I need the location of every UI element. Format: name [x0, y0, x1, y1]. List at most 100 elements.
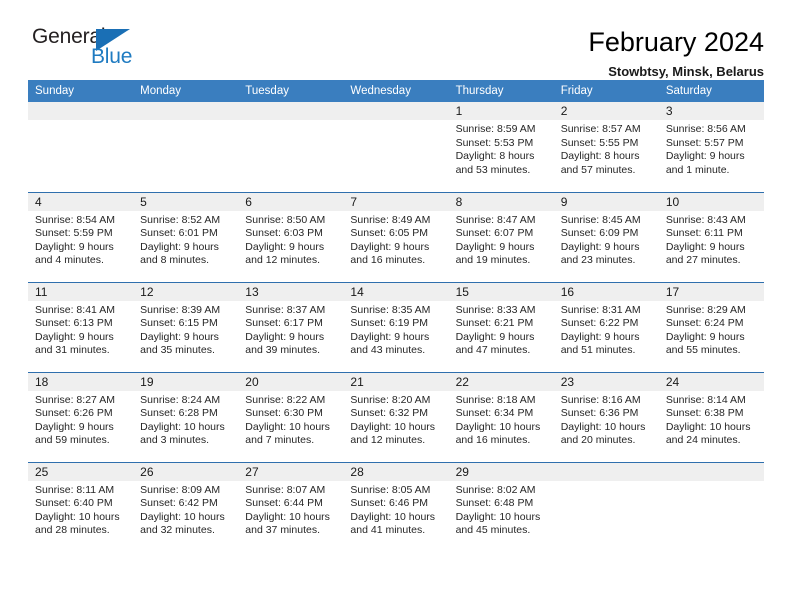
daylight-duration-line1: Daylight: 8 hours: [455, 150, 535, 163]
day-cell-inner: 11 Sunrise: 8:41 AM Sunset: 6:13 PM Dayligh…: [28, 282, 134, 372]
calendar-week-row: 25 Sunrise: 8:11 AM Sunset: 6:40 PM Dayligh…: [28, 461, 764, 552]
daylight-duration-line2: and 24 minutes.: [665, 434, 741, 447]
sunrise-time: Sunrise: 8:33 AM: [455, 303, 536, 316]
sunrise-time: Sunrise: 8:54 AM: [35, 213, 115, 226]
calendar-day-cell[interactable]: 4 Sunrise: 8:54 AM Sunset: 5:59 PM Daylight…: [28, 191, 134, 282]
day-number: 8: [448, 192, 554, 211]
day-number: 12: [133, 282, 239, 301]
day-number: [658, 462, 764, 481]
daylight-duration-line1: Daylight: 10 hours: [455, 510, 541, 523]
day-cell-inner: 2 Sunrise: 8:57 AM Sunset: 5:55 PM Daylight…: [553, 102, 659, 192]
day-cell-inner: 16 Sunrise: 8:31 AM Sunset: 6:22 PM Dayligh…: [553, 282, 659, 372]
calendar-day-cell[interactable]: 24 Sunrise: 8:14 AM Sunset: 6:38 PM Dayligh…: [658, 371, 764, 462]
daylight-duration-line2: and 12 minutes.: [350, 434, 426, 447]
sunset-time: Sunset: 6:32 PM: [350, 407, 429, 420]
day-cell-details: Sunrise: 8:16 AM Sunset: 6:36 PM Daylight:…: [554, 391, 659, 448]
day-cell-details: Sunrise: 8:31 AM Sunset: 6:22 PM Daylight:…: [554, 301, 659, 358]
page-title: February 2024: [588, 27, 764, 57]
sunset-time: Sunset: 5:59 PM: [35, 227, 113, 240]
day-cell-details: Sunrise: 8:18 AM Sunset: 6:34 PM Daylight:…: [449, 391, 554, 448]
calendar-day-cell[interactable]: 27 Sunrise: 8:07 AM Sunset: 6:44 PM Dayligh…: [238, 461, 344, 552]
day-cell-details: Sunrise: 8:54 AM Sunset: 5:59 PM Daylight:…: [28, 211, 133, 268]
day-cell-details: Sunrise: 8:02 AM Sunset: 6:48 PM Daylight:…: [449, 481, 554, 538]
calendar-day-cell-empty: [658, 461, 764, 552]
calendar-day-cell[interactable]: 7 Sunrise: 8:49 AM Sunset: 6:05 PM Daylight…: [343, 191, 449, 282]
daylight-duration-line2: and 57 minutes.: [560, 163, 636, 176]
day-cell-inner: 3 Sunrise: 8:56 AM Sunset: 5:57 PM Daylight…: [658, 102, 764, 192]
sunrise-time: Sunrise: 8:59 AM: [455, 123, 536, 135]
sunset-time: Sunset: 6:03 PM: [245, 227, 323, 240]
daylight-duration-line1: Daylight: 9 hours: [455, 240, 535, 253]
calendar-day-cell[interactable]: 16 Sunrise: 8:31 AM Sunset: 6:22 PM Dayligh…: [553, 281, 659, 372]
calendar-day-cell[interactable]: 5 Sunrise: 8:52 AM Sunset: 6:01 PM Daylight…: [133, 191, 239, 282]
calendar-day-cell[interactable]: 20 Sunrise: 8:22 AM Sunset: 6:30 PM Dayligh…: [238, 371, 344, 462]
calendar-day-cell[interactable]: 6 Sunrise: 8:50 AM Sunset: 6:03 PM Daylight…: [238, 191, 344, 282]
daylight-duration-line1: Daylight: 9 hours: [140, 240, 219, 253]
calendar-week-row: 18 Sunrise: 8:27 AM Sunset: 6:26 PM Dayligh…: [28, 371, 764, 462]
day-number: 18: [28, 372, 134, 391]
calendar-day-cell[interactable]: 14 Sunrise: 8:35 AM Sunset: 6:19 PM Dayligh…: [343, 281, 449, 372]
day-number: 15: [448, 282, 554, 301]
daylight-duration-line2: and 32 minutes.: [140, 524, 215, 537]
sunset-time: Sunset: 6:05 PM: [350, 227, 429, 240]
calendar-day-cell[interactable]: 11 Sunrise: 8:41 AM Sunset: 6:13 PM Dayligh…: [28, 281, 134, 372]
daylight-duration-line2: and 27 minutes.: [665, 254, 741, 267]
calendar-day-cell[interactable]: 18 Sunrise: 8:27 AM Sunset: 6:26 PM Dayligh…: [28, 371, 134, 462]
day-number: 19: [133, 372, 239, 391]
calendar-day-cell[interactable]: 21 Sunrise: 8:20 AM Sunset: 6:32 PM Dayligh…: [343, 371, 449, 462]
calendar-day-cell-empty: [133, 102, 239, 192]
daylight-duration-line2: and 12 minutes.: [245, 254, 320, 267]
daylight-duration-line2: and 43 minutes.: [350, 344, 426, 357]
day-cell-inner: 17 Sunrise: 8:29 AM Sunset: 6:24 PM Dayligh…: [658, 282, 764, 372]
calendar-day-cell[interactable]: 10 Sunrise: 8:43 AM Sunset: 6:11 PM Dayligh…: [658, 191, 764, 282]
sunset-time: Sunset: 5:53 PM: [455, 136, 534, 149]
daylight-duration-line1: Daylight: 8 hours: [560, 150, 640, 163]
sunrise-time: Sunrise: 8:50 AM: [245, 213, 326, 226]
day-cell-inner: 5 Sunrise: 8:52 AM Sunset: 6:01 PM Daylight…: [133, 192, 239, 282]
calendar-day-cell[interactable]: 15 Sunrise: 8:33 AM Sunset: 6:21 PM Dayligh…: [448, 281, 554, 372]
day-cell-details: Sunrise: 8:27 AM Sunset: 6:26 PM Daylight:…: [28, 391, 133, 448]
daylight-duration-line1: Daylight: 10 hours: [350, 510, 436, 523]
calendar-day-cell[interactable]: 3 Sunrise: 8:56 AM Sunset: 5:57 PM Daylight…: [658, 102, 764, 192]
day-number: 6: [238, 192, 344, 211]
calendar-day-cell[interactable]: 28 Sunrise: 8:05 AM Sunset: 6:46 PM Dayligh…: [343, 461, 449, 552]
sunrise-time: Sunrise: 8:43 AM: [665, 213, 746, 226]
daylight-duration-line1: Daylight: 10 hours: [245, 510, 330, 523]
sunset-time: Sunset: 6:38 PM: [665, 407, 744, 420]
daylight-duration-line1: Daylight: 9 hours: [350, 330, 430, 343]
weekday-header-tuesday: Tuesday: [238, 80, 344, 102]
calendar-day-cell[interactable]: 29 Sunrise: 8:02 AM Sunset: 6:48 PM Dayligh…: [448, 461, 554, 552]
calendar-page: General Blue February 2024 Stowbtsy, Min…: [0, 0, 792, 612]
calendar-day-cell[interactable]: 22 Sunrise: 8:18 AM Sunset: 6:34 PM Dayligh…: [448, 371, 554, 462]
day-number: [28, 102, 134, 120]
calendar-day-cell[interactable]: 12 Sunrise: 8:39 AM Sunset: 6:15 PM Dayligh…: [133, 281, 239, 372]
sunset-time: Sunset: 6:24 PM: [665, 317, 744, 330]
day-number: 4: [28, 192, 134, 211]
day-cell-details: Sunrise: 8:41 AM Sunset: 6:13 PM Daylight:…: [28, 301, 133, 358]
calendar-day-cell[interactable]: 1 Sunrise: 8:59 AM Sunset: 5:53 PM Daylight…: [448, 102, 554, 192]
general-blue-logo[interactable]: General Blue: [32, 24, 152, 76]
calendar-day-cell[interactable]: 9 Sunrise: 8:45 AM Sunset: 6:09 PM Daylight…: [553, 191, 659, 282]
calendar-week-row: 4 Sunrise: 8:54 AM Sunset: 5:59 PM Daylight…: [28, 191, 764, 282]
calendar-day-cell[interactable]: 19 Sunrise: 8:24 AM Sunset: 6:28 PM Dayligh…: [133, 371, 239, 462]
title-block: February 2024 Stowbtsy, Minsk, Belarus: [588, 24, 764, 82]
calendar-day-cell[interactable]: 23 Sunrise: 8:16 AM Sunset: 6:36 PM Dayligh…: [553, 371, 659, 462]
daylight-duration-line2: and 7 minutes.: [245, 434, 315, 447]
daylight-duration-line2: and 59 minutes.: [35, 434, 110, 447]
sunset-time: Sunset: 6:19 PM: [350, 317, 429, 330]
calendar-day-cell[interactable]: 26 Sunrise: 8:09 AM Sunset: 6:42 PM Dayligh…: [133, 461, 239, 552]
calendar-day-cell[interactable]: 17 Sunrise: 8:29 AM Sunset: 6:24 PM Dayligh…: [658, 281, 764, 372]
day-number: 5: [133, 192, 239, 211]
day-number: [133, 102, 239, 120]
day-number: 24: [658, 372, 764, 391]
calendar-day-cell[interactable]: 2 Sunrise: 8:57 AM Sunset: 5:55 PM Daylight…: [553, 102, 659, 192]
sunrise-time: Sunrise: 8:22 AM: [245, 393, 326, 406]
sunrise-time: Sunrise: 8:16 AM: [560, 393, 641, 406]
calendar-day-cell[interactable]: 13 Sunrise: 8:37 AM Sunset: 6:17 PM Dayligh…: [238, 281, 344, 372]
day-cell-details: Sunrise: 8:11 AM Sunset: 6:40 PM Daylight:…: [28, 481, 133, 538]
daylight-duration-line1: Daylight: 10 hours: [140, 510, 225, 523]
daylight-duration-line2: and 37 minutes.: [245, 524, 320, 537]
calendar-day-cell[interactable]: 8 Sunrise: 8:47 AM Sunset: 6:07 PM Daylight…: [448, 191, 554, 282]
daylight-duration-line2: and 8 minutes.: [140, 254, 210, 267]
calendar-day-cell[interactable]: 25 Sunrise: 8:11 AM Sunset: 6:40 PM Dayligh…: [28, 461, 134, 552]
